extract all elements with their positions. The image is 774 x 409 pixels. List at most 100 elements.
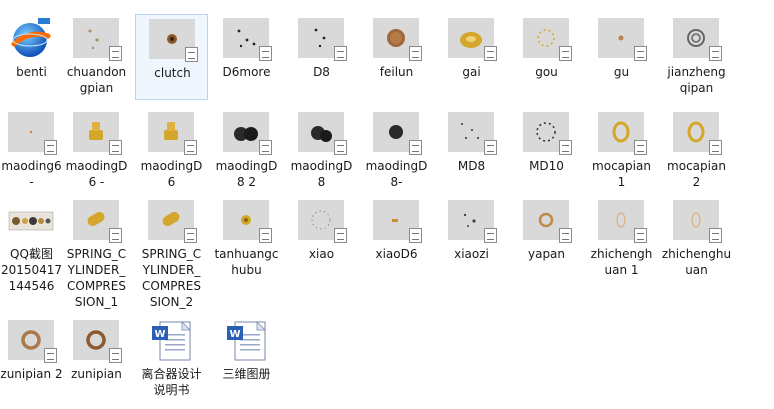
file-type-badge-icon	[709, 46, 722, 61]
svg-text:W: W	[229, 329, 240, 340]
model-thumbnail-icon	[373, 200, 422, 243]
file-name-label: gai	[462, 65, 481, 79]
file-item[interactable]: mocapian 2	[660, 108, 733, 194]
svg-text:W: W	[154, 329, 165, 340]
file-type-badge-icon	[184, 140, 197, 155]
file-name-label: xiaozi	[454, 247, 489, 261]
file-type-badge-icon	[184, 228, 197, 243]
file-item[interactable]: gou	[510, 14, 583, 100]
file-name-label: 三维图册	[222, 367, 271, 381]
model-thumbnail-icon	[223, 200, 272, 243]
file-type-badge-icon	[409, 228, 422, 243]
file-item[interactable]: maoding6 -	[0, 108, 68, 194]
model-thumbnail-icon	[523, 200, 572, 243]
file-name-label: maodingD 8	[290, 159, 353, 189]
file-item[interactable]: W 离合器设计 说明书	[135, 316, 208, 402]
model-thumbnail-icon	[598, 112, 647, 155]
file-type-badge-icon	[109, 348, 122, 363]
app-globe-icon	[8, 18, 54, 58]
file-name-label: MD10	[529, 159, 564, 173]
file-type-badge-icon	[634, 228, 647, 243]
file-item[interactable]: gu	[585, 14, 658, 100]
file-name-label: yapan	[527, 247, 566, 261]
file-item[interactable]: MD8	[435, 108, 508, 194]
file-name-label: xiao	[308, 247, 335, 261]
file-name-label: D8	[313, 65, 330, 79]
model-thumbnail-icon	[73, 112, 122, 155]
file-item[interactable]: benti	[0, 14, 68, 100]
file-type-badge-icon	[185, 47, 198, 62]
file-type-badge-icon	[259, 140, 272, 155]
model-thumbnail-icon	[148, 112, 197, 155]
file-item[interactable]: maodingD 8-	[360, 108, 433, 194]
file-item[interactable]: D6more	[210, 14, 283, 100]
file-item[interactable]: xiaozi	[435, 196, 508, 282]
file-type-badge-icon	[634, 46, 647, 61]
file-name-label: D6more	[222, 65, 271, 79]
file-name-label: benti	[16, 65, 47, 79]
file-item[interactable]: xiaoD6	[360, 196, 433, 282]
model-thumbnail-icon	[8, 320, 57, 363]
file-type-badge-icon	[559, 140, 572, 155]
file-type-badge-icon	[709, 140, 722, 155]
model-thumbnail-icon	[223, 18, 272, 61]
file-name-label: gu	[613, 65, 630, 79]
file-type-badge-icon	[484, 46, 497, 61]
file-item[interactable]: maodingD 8 2	[210, 108, 283, 194]
file-type-badge-icon	[484, 140, 497, 155]
file-item[interactable]: QQ截图 20150417 144546	[0, 196, 68, 293]
file-type-badge-icon	[634, 140, 647, 155]
file-item[interactable]: tanhuangc hubu	[210, 196, 283, 282]
model-thumbnail-icon	[448, 112, 497, 155]
file-item[interactable]: xiao	[285, 196, 358, 282]
file-name-label: zunipian	[71, 367, 122, 381]
file-item[interactable]: MD10	[510, 108, 583, 194]
file-item[interactable]: D8	[285, 14, 358, 100]
file-item[interactable]: W 三维图册	[210, 316, 283, 402]
file-item[interactable]: yapan	[510, 196, 583, 282]
file-icon-view: benti chuandon gpian clutch D6more D8 feilun g…	[0, 0, 774, 409]
model-thumbnail-icon	[523, 18, 572, 61]
file-name-label: MD8	[457, 159, 486, 173]
file-name-label: zhichenghu uan	[661, 247, 732, 277]
file-type-badge-icon	[409, 46, 422, 61]
file-type-badge-icon	[334, 46, 347, 61]
model-thumbnail-icon	[223, 112, 272, 155]
file-item[interactable]: gai	[435, 14, 508, 100]
image-thumbnail-icon	[8, 200, 54, 240]
file-name-label: zunipian 2	[0, 367, 63, 381]
model-thumbnail-icon	[73, 320, 122, 363]
model-thumbnail-icon	[673, 200, 722, 243]
file-name-label: maodingD 6	[140, 159, 203, 189]
file-name-label: mocapian 2	[667, 159, 726, 189]
model-thumbnail-icon	[523, 112, 572, 155]
file-item[interactable]: zunipian 2	[0, 316, 68, 402]
file-item[interactable]: chuandon gpian	[60, 14, 133, 100]
model-thumbnail-icon	[373, 112, 422, 155]
file-item[interactable]: zhichengh uan 1	[585, 196, 658, 282]
file-item[interactable]: maodingD 8	[285, 108, 358, 194]
model-thumbnail-icon	[598, 18, 647, 61]
file-item[interactable]: feilun	[360, 14, 433, 100]
file-item[interactable]: zunipian	[60, 316, 133, 402]
file-name-label: 离合器设计 说明书	[141, 367, 202, 397]
file-item[interactable]: clutch	[135, 14, 208, 100]
model-thumbnail-icon	[673, 112, 722, 155]
file-name-label: maodingD 6 -	[65, 159, 128, 189]
file-name-label: tanhuangc hubu	[214, 247, 279, 277]
file-item[interactable]: zhichenghu uan	[660, 196, 733, 282]
file-name-label: xiaoD6	[375, 247, 418, 261]
file-item[interactable]: SPRING_C YLINDER_ COMPRES SION_1	[60, 196, 133, 309]
file-type-badge-icon	[409, 140, 422, 155]
file-type-badge-icon	[109, 46, 122, 61]
file-item[interactable]: maodingD 6	[135, 108, 208, 194]
file-item[interactable]: mocapian 1	[585, 108, 658, 194]
model-thumbnail-icon	[673, 18, 722, 61]
file-item[interactable]: jianzheng qipan	[660, 14, 733, 100]
file-item[interactable]: maodingD 6 -	[60, 108, 133, 194]
file-item[interactable]: SPRING_C YLINDER_ COMPRES SION_2	[135, 196, 208, 309]
model-thumbnail-icon	[448, 18, 497, 61]
model-thumbnail-icon	[598, 200, 647, 243]
file-name-label: maodingD 8 2	[215, 159, 278, 189]
word-document-icon: W	[223, 320, 269, 361]
